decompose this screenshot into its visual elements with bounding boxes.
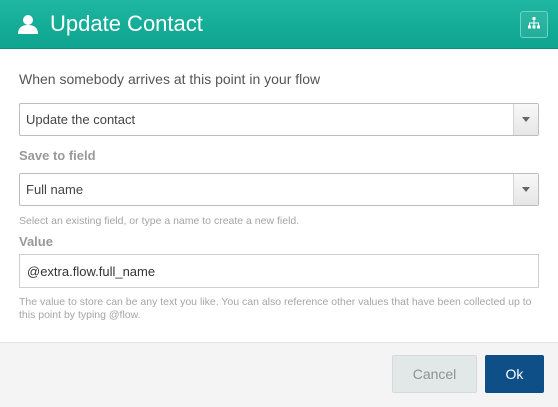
dialog-body: When somebody arrives at this point in y… xyxy=(0,49,558,342)
chevron-down-icon[interactable] xyxy=(513,174,538,205)
dialog-header: Update Contact xyxy=(0,0,558,49)
action-intro: When somebody arrives at this point in y… xyxy=(19,71,321,87)
dialog-title: Update Contact xyxy=(50,11,203,36)
save-to-field-label: Save to field xyxy=(19,148,96,163)
dialog-footer: Cancel Ok xyxy=(0,342,558,407)
sitemap-icon xyxy=(528,16,540,34)
save-to-field-select[interactable]: Full name xyxy=(19,173,539,206)
action-select[interactable]: Update the contact xyxy=(19,103,539,136)
cancel-button[interactable]: Cancel xyxy=(392,355,477,393)
action-select-value: Update the contact xyxy=(26,112,136,127)
value-input[interactable]: @extra.flow.full_name xyxy=(19,254,539,288)
value-input-text: @extra.flow.full_name xyxy=(27,264,156,279)
flow-view-button[interactable] xyxy=(520,11,548,38)
save-to-field-value: Full name xyxy=(26,182,84,197)
value-help: The value to store can be any text you l… xyxy=(19,296,532,321)
ok-button[interactable]: Ok xyxy=(485,355,544,393)
save-to-field-help: Select an existing field, or type a name… xyxy=(19,215,300,227)
chevron-down-icon[interactable] xyxy=(513,104,538,135)
value-label: Value xyxy=(19,234,53,249)
user-icon xyxy=(17,14,39,34)
